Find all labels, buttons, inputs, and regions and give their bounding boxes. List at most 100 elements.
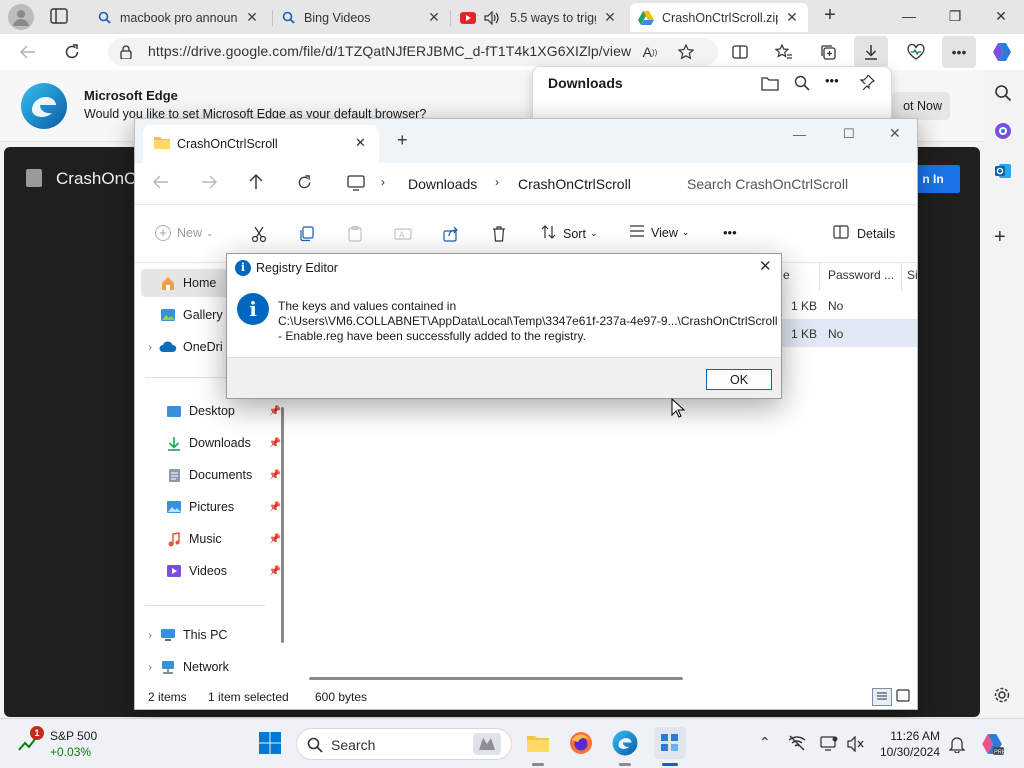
column-header-password[interactable]: Password ... xyxy=(828,268,894,282)
paste-icon[interactable] xyxy=(343,222,367,246)
refresh-icon[interactable] xyxy=(58,38,86,66)
nav-documents[interactable]: Documents 📌 xyxy=(141,461,281,489)
restore-button[interactable]: ❐ xyxy=(932,0,978,32)
favorite-star-icon[interactable] xyxy=(672,38,700,66)
breadcrumb-downloads[interactable]: Downloads xyxy=(408,176,477,192)
chevron-right-icon[interactable]: › xyxy=(141,342,159,353)
profile-avatar[interactable] xyxy=(8,4,34,30)
back-icon[interactable] xyxy=(14,38,42,66)
pin-icon[interactable]: 📌 xyxy=(269,470,281,481)
start-button[interactable] xyxy=(254,727,286,759)
pin-icon[interactable]: 📌 xyxy=(269,406,281,417)
chevron-right-icon[interactable]: › xyxy=(141,662,159,673)
view-button[interactable]: View ⌄ xyxy=(629,225,689,240)
not-now-button[interactable]: ot Now xyxy=(892,92,950,120)
firefox-taskbar-icon[interactable] xyxy=(565,727,597,759)
column-header-size[interactable]: Si xyxy=(907,268,918,282)
registry-editor-taskbar-icon[interactable] xyxy=(654,727,686,759)
horizontal-scrollbar[interactable] xyxy=(309,677,683,680)
speaker-icon[interactable] xyxy=(484,10,500,26)
sidebar-search-icon[interactable] xyxy=(994,84,1012,105)
browser-tab-bing-videos[interactable]: Bing Videos ✕ xyxy=(272,3,450,32)
tiles-view-icon[interactable] xyxy=(896,689,910,706)
pin-icon[interactable]: 📌 xyxy=(269,566,281,577)
back-icon[interactable] xyxy=(153,175,169,192)
cut-icon[interactable] xyxy=(247,222,271,246)
pin-icon[interactable] xyxy=(859,74,876,93)
breadcrumb-current-folder[interactable]: CrashOnCtrlScroll xyxy=(518,176,631,192)
browser-tab-macbook[interactable]: macbook pro announ ✕ xyxy=(88,3,268,32)
nav-network[interactable]: › Network xyxy=(141,653,281,681)
refresh-icon[interactable] xyxy=(297,175,312,193)
see-more-button[interactable]: ••• xyxy=(723,225,737,240)
pin-icon[interactable]: 📌 xyxy=(269,438,281,449)
search-input[interactable]: Search CrashOnCtrlScroll xyxy=(687,176,848,192)
explorer-tab[interactable]: CrashOnCtrlScroll ✕ xyxy=(143,125,379,163)
copilot-icon[interactable] xyxy=(988,38,1016,66)
clock-time[interactable]: 11:26 AM xyxy=(888,729,940,743)
tab-actions-icon[interactable] xyxy=(50,8,70,26)
nav-this-pc[interactable]: › This PC xyxy=(141,621,281,649)
nav-pictures[interactable]: Pictures 📌 xyxy=(141,493,281,521)
open-folder-icon[interactable] xyxy=(761,75,779,94)
sidebar-settings-icon[interactable] xyxy=(993,686,1011,707)
share-icon[interactable] xyxy=(439,222,463,246)
delete-icon[interactable] xyxy=(487,222,511,246)
chevron-right-icon[interactable]: › xyxy=(141,630,159,641)
downloads-search-icon[interactable] xyxy=(794,75,810,94)
details-button[interactable]: Details xyxy=(833,225,895,242)
close-icon[interactable]: ✕ xyxy=(784,9,800,26)
network-status-icon[interactable] xyxy=(788,735,806,754)
forward-icon[interactable] xyxy=(201,175,217,192)
close-window-button[interactable]: ✕ xyxy=(978,0,1024,32)
close-icon[interactable]: ✕ xyxy=(244,9,260,26)
copilot-sidebar-icon[interactable] xyxy=(994,122,1012,143)
stock-widget[interactable]: 1 S&P 500 +0.03% xyxy=(16,726,116,762)
nav-downloads[interactable]: Downloads 📌 xyxy=(141,429,281,457)
file-explorer-taskbar-icon[interactable] xyxy=(522,727,554,759)
browser-tab-drive[interactable]: CrashOnCtrlScroll.zip ✕ xyxy=(630,3,808,32)
edge-taskbar-icon[interactable] xyxy=(609,727,641,759)
nav-scrollbar[interactable] xyxy=(281,407,284,643)
sort-button[interactable]: Sort ⌄ xyxy=(541,225,597,242)
details-view-icon[interactable] xyxy=(872,688,892,706)
notification-bell-icon[interactable] xyxy=(948,735,966,756)
split-screen-icon[interactable] xyxy=(726,38,754,66)
display-icon[interactable] xyxy=(820,735,838,754)
browser-tab-youtube[interactable]: 5.5 ways to trigg ✕ xyxy=(452,3,626,32)
explorer-minimize-button[interactable]: — xyxy=(793,127,806,142)
copilot-taskbar-icon[interactable]: PRE xyxy=(980,732,1006,759)
show-hidden-icons-chevron-icon[interactable]: ⌃ xyxy=(759,734,771,751)
downloads-more-icon[interactable]: ••• xyxy=(825,73,839,88)
breadcrumb-chevron-icon[interactable]: › xyxy=(381,175,385,189)
close-icon[interactable]: ✕ xyxy=(355,135,366,151)
downloads-icon[interactable] xyxy=(854,36,888,68)
close-icon[interactable]: ✕ xyxy=(602,9,618,26)
rename-icon[interactable]: A xyxy=(391,222,415,246)
close-icon[interactable]: ✕ xyxy=(426,9,442,26)
add-sidebar-app-icon[interactable]: + xyxy=(994,226,1006,249)
more-menu-icon[interactable]: ••• xyxy=(942,36,976,68)
nav-videos[interactable]: Videos 📌 xyxy=(141,557,281,585)
nav-music[interactable]: Music 📌 xyxy=(141,525,281,553)
volume-muted-icon[interactable] xyxy=(847,735,865,755)
outlook-icon[interactable] xyxy=(994,162,1012,183)
new-explorer-tab-icon[interactable]: + xyxy=(397,131,408,149)
new-tab-button[interactable]: + xyxy=(818,4,842,28)
taskbar-search-box[interactable]: Search xyxy=(296,728,512,760)
ok-button[interactable]: OK xyxy=(706,369,772,390)
pin-icon[interactable]: 📌 xyxy=(269,534,281,545)
read-aloud-icon[interactable]: A)) xyxy=(636,38,664,66)
dialog-close-button[interactable]: ✕ xyxy=(759,257,772,275)
breadcrumb-chevron-icon[interactable]: › xyxy=(495,175,499,189)
favorites-icon[interactable] xyxy=(770,38,798,66)
collections-icon[interactable] xyxy=(814,38,842,66)
explorer-maximize-button[interactable]: ☐ xyxy=(843,126,855,142)
copy-icon[interactable] xyxy=(295,222,319,246)
this-pc-icon[interactable] xyxy=(347,175,365,194)
pin-icon[interactable]: 📌 xyxy=(269,502,281,513)
explorer-close-button[interactable]: ✕ xyxy=(889,125,901,142)
new-button[interactable]: + New ⌄ xyxy=(155,225,214,241)
lock-icon[interactable] xyxy=(112,38,140,66)
clock-date[interactable]: 10/30/2024 xyxy=(878,745,940,759)
